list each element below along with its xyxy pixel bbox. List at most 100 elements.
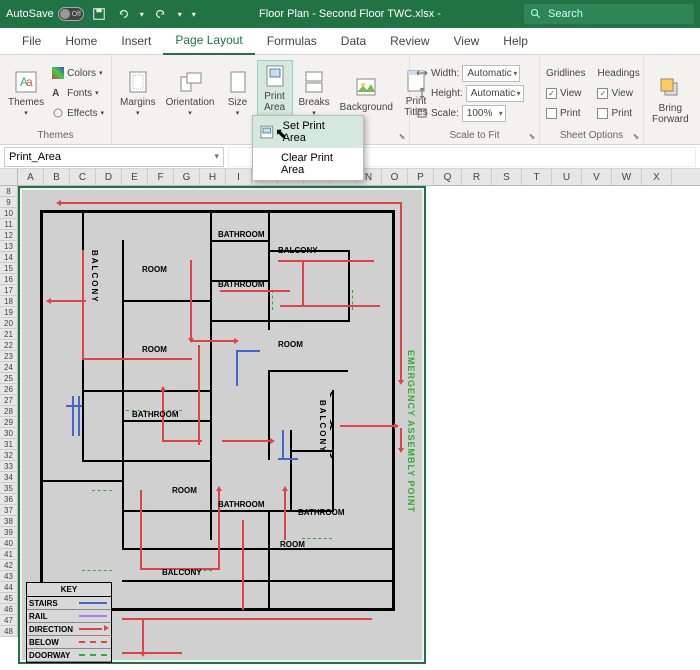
qat-customize-icon[interactable]: ▾ — [192, 10, 196, 19]
row-header-48[interactable]: 48 — [0, 626, 18, 637]
headings-view-checkbox[interactable]: ✓View — [595, 84, 641, 102]
clear-print-area-item[interactable]: Clear Print Area — [253, 148, 363, 180]
breaks-button[interactable]: Breaks▾ — [295, 67, 334, 120]
row-header-30[interactable]: 30 — [0, 428, 18, 439]
row-header-19[interactable]: 19 — [0, 307, 18, 318]
col-header-X[interactable]: X — [642, 169, 672, 185]
col-header-G[interactable]: G — [174, 169, 200, 185]
col-header-E[interactable]: E — [122, 169, 148, 185]
row-header-33[interactable]: 33 — [0, 461, 18, 472]
col-header-T[interactable]: T — [522, 169, 552, 185]
row-header-15[interactable]: 15 — [0, 263, 18, 274]
tab-view[interactable]: View — [442, 29, 492, 54]
tab-formulas[interactable]: Formulas — [255, 29, 329, 54]
row-header-31[interactable]: 31 — [0, 439, 18, 450]
tab-home[interactable]: Home — [53, 29, 109, 54]
undo-icon[interactable] — [116, 7, 130, 21]
tab-insert[interactable]: Insert — [109, 29, 163, 54]
row-header-28[interactable]: 28 — [0, 406, 18, 417]
row-header-17[interactable]: 17 — [0, 285, 18, 296]
set-print-area-item[interactable]: Set Print Area — [253, 116, 363, 148]
col-header-H[interactable]: H — [200, 169, 226, 185]
row-header-18[interactable]: 18 — [0, 296, 18, 307]
row-header-8[interactable]: 8 — [0, 186, 18, 197]
col-header-B[interactable]: B — [44, 169, 70, 185]
worksheet[interactable]: ABCDEFGHIJKLMNOPQRSTUVWX 891011121314151… — [0, 169, 700, 670]
scale-launcher[interactable]: ⬊ — [527, 132, 537, 142]
tab-file[interactable]: File — [10, 29, 53, 54]
row-header-22[interactable]: 22 — [0, 340, 18, 351]
undo-dropdown-icon[interactable]: ▾ — [140, 10, 144, 19]
col-header-V[interactable]: V — [582, 169, 612, 185]
scale-input[interactable]: 100% — [462, 105, 506, 122]
row-header-32[interactable]: 32 — [0, 450, 18, 461]
col-header-O[interactable]: O — [382, 169, 408, 185]
row-header-39[interactable]: 39 — [0, 527, 18, 538]
row-header-16[interactable]: 16 — [0, 274, 18, 285]
row-header-38[interactable]: 38 — [0, 516, 18, 527]
headings-print-checkbox[interactable]: Print — [595, 104, 641, 122]
row-header-23[interactable]: 23 — [0, 351, 18, 362]
row-header-9[interactable]: 9 — [0, 197, 18, 208]
search-box[interactable]: Search — [524, 4, 694, 24]
colors-button[interactable]: Colors▾ — [50, 64, 106, 82]
col-header-P[interactable]: P — [408, 169, 434, 185]
tab-review[interactable]: Review — [378, 29, 441, 54]
save-icon[interactable] — [92, 7, 106, 21]
gridlines-view-checkbox[interactable]: ✓View — [544, 84, 587, 102]
row-header-36[interactable]: 36 — [0, 494, 18, 505]
col-header-D[interactable]: D — [96, 169, 122, 185]
orientation-button[interactable]: Orientation▾ — [162, 67, 219, 120]
row-header-11[interactable]: 11 — [0, 219, 18, 230]
name-box[interactable]: Print_Area — [4, 147, 224, 167]
redo-dropdown-icon[interactable]: ▾ — [178, 10, 182, 19]
tab-help[interactable]: Help — [491, 29, 540, 54]
height-select[interactable]: Automatic — [466, 85, 524, 102]
row-header-37[interactable]: 37 — [0, 505, 18, 516]
width-select[interactable]: Automatic — [462, 65, 520, 82]
col-header-S[interactable]: S — [492, 169, 522, 185]
background-button[interactable]: Background — [336, 72, 397, 115]
row-header-42[interactable]: 42 — [0, 560, 18, 571]
tab-page-layout[interactable]: Page Layout — [163, 28, 254, 55]
page-setup-launcher[interactable]: ⬊ — [397, 132, 407, 142]
col-header-F[interactable]: F — [148, 169, 174, 185]
row-header-13[interactable]: 13 — [0, 241, 18, 252]
col-header-R[interactable]: R — [462, 169, 492, 185]
redo-icon[interactable] — [154, 7, 168, 21]
row-header-43[interactable]: 43 — [0, 571, 18, 582]
col-header-A[interactable]: A — [18, 169, 44, 185]
row-header-26[interactable]: 26 — [0, 384, 18, 395]
row-header-10[interactable]: 10 — [0, 208, 18, 219]
margins-button[interactable]: Margins▾ — [116, 67, 160, 120]
row-header-35[interactable]: 35 — [0, 483, 18, 494]
col-header-Q[interactable]: Q — [434, 169, 462, 185]
row-header-44[interactable]: 44 — [0, 582, 18, 593]
gridlines-print-checkbox[interactable]: Print — [544, 104, 587, 122]
effects-button[interactable]: Effects▾ — [50, 104, 106, 122]
col-header-I[interactable]: I — [226, 169, 252, 185]
size-button[interactable]: Size▾ — [221, 67, 255, 120]
row-header-29[interactable]: 29 — [0, 417, 18, 428]
autosave-toggle[interactable]: AutoSave Off — [6, 7, 84, 21]
tab-data[interactable]: Data — [329, 29, 378, 54]
row-header-41[interactable]: 41 — [0, 549, 18, 560]
col-header-C[interactable]: C — [70, 169, 96, 185]
themes-button[interactable]: Aa Themes ▾ — [4, 67, 48, 120]
col-header-U[interactable]: U — [552, 169, 582, 185]
toggle-switch[interactable]: Off — [58, 7, 84, 21]
row-header-24[interactable]: 24 — [0, 362, 18, 373]
grid-area[interactable]: BALCONY ROOM BATHROOM BATHROOM BALCONY R… — [18, 186, 700, 670]
sheet-options-launcher[interactable]: ⬊ — [631, 132, 641, 142]
row-header-34[interactable]: 34 — [0, 472, 18, 483]
row-header-21[interactable]: 21 — [0, 329, 18, 340]
row-header-27[interactable]: 27 — [0, 395, 18, 406]
row-header-12[interactable]: 12 — [0, 230, 18, 241]
col-header-W[interactable]: W — [612, 169, 642, 185]
row-header-20[interactable]: 20 — [0, 318, 18, 329]
row-header-46[interactable]: 46 — [0, 604, 18, 615]
row-header-40[interactable]: 40 — [0, 538, 18, 549]
row-header-25[interactable]: 25 — [0, 373, 18, 384]
select-all-corner[interactable] — [0, 169, 18, 185]
row-header-47[interactable]: 47 — [0, 615, 18, 626]
